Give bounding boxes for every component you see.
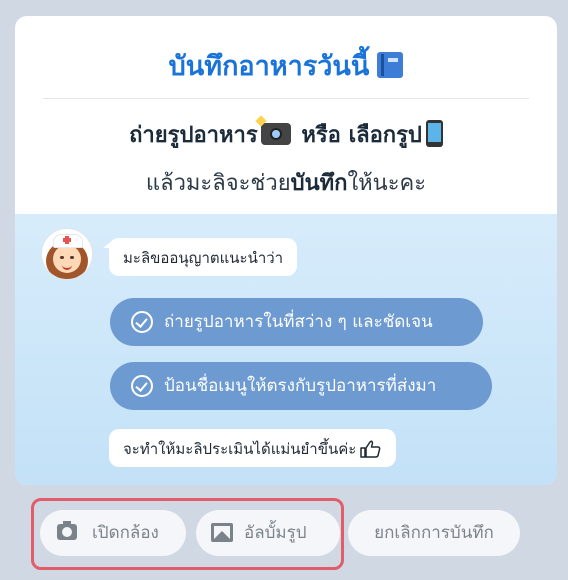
closing-text: จะทำให้มะลิประเมินได้แม่นยำขึ้นค่ะ [123, 440, 357, 458]
instruction-for-you: ให้นะคะ [347, 171, 427, 196]
instruction-choose-photo: เลือกรูป [348, 123, 422, 148]
camera-icon [57, 521, 77, 540]
instruction-line-1: ถ่ายรูปอาหาร หรือ เลือกรูป [15, 120, 557, 151]
instruction-line-2: แล้วมะลิจะช่วยบันทึกให้นะคะ [15, 169, 557, 199]
instruction-or: หรือ [301, 123, 341, 148]
blue-book-icon [377, 52, 404, 78]
chat-bubble-closing: จะทำให้มะลิประเมินได้แม่นยำขึ้นค่ะ [109, 429, 397, 467]
photo-album-label: อัลบั้มรูป [244, 523, 307, 543]
cancel-record-button[interactable]: ยกเลิกการบันทึก [348, 510, 520, 556]
tip-text: ถ่ายรูปอาหารในที่สว่าง ๆ และชัดเจน [164, 312, 433, 332]
check-circle-icon [131, 311, 153, 333]
camera-flash-icon [260, 123, 291, 145]
instruction-take-photo: ถ่ายรูปอาหาร [129, 123, 258, 148]
open-camera-button[interactable]: เปิดกล้อง [40, 510, 186, 556]
chat-area: มะลิขออนุญาตแนะนำว่า ถ่ายรูปอาหารในที่สว… [15, 214, 557, 485]
nurse-avatar [41, 228, 93, 280]
tip-pill-menu-name: ป้อนชื่อเมนูให้ตรงกับรูปอาหารที่ส่งมา [110, 362, 492, 410]
food-log-card: บันทึกอาหารวันนี้ ถ่ายรูปอาหาร หรือ เลือ… [15, 16, 557, 485]
thumbs-up-icon [360, 440, 381, 458]
chat-bubble-intro: มะลิขออนุญาตแนะนำว่า [102, 238, 298, 276]
tip-pill-lighting: ถ่ายรูปอาหารในที่สว่าง ๆ และชัดเจน [110, 298, 483, 346]
page-title: บันทึกอาหารวันนี้ [15, 50, 557, 84]
photo-album-button[interactable]: อัลบั้มรูป [196, 510, 340, 556]
mobile-phone-icon [425, 120, 443, 147]
page-title-text: บันทึกอาหารวันนี้ [168, 51, 370, 82]
open-camera-label: เปิดกล้อง [92, 523, 159, 543]
instruction-record-bold: บันทึก [290, 171, 348, 196]
cancel-record-label: ยกเลิกการบันทึก [374, 523, 494, 543]
image-icon [211, 523, 233, 542]
divider [43, 98, 529, 99]
check-circle-icon [131, 375, 153, 397]
tip-text: ป้อนชื่อเมนูให้ตรงกับรูปอาหารที่ส่งมา [164, 376, 437, 396]
instruction-mali-will: แล้วมะลิจะช่วย [145, 171, 291, 196]
